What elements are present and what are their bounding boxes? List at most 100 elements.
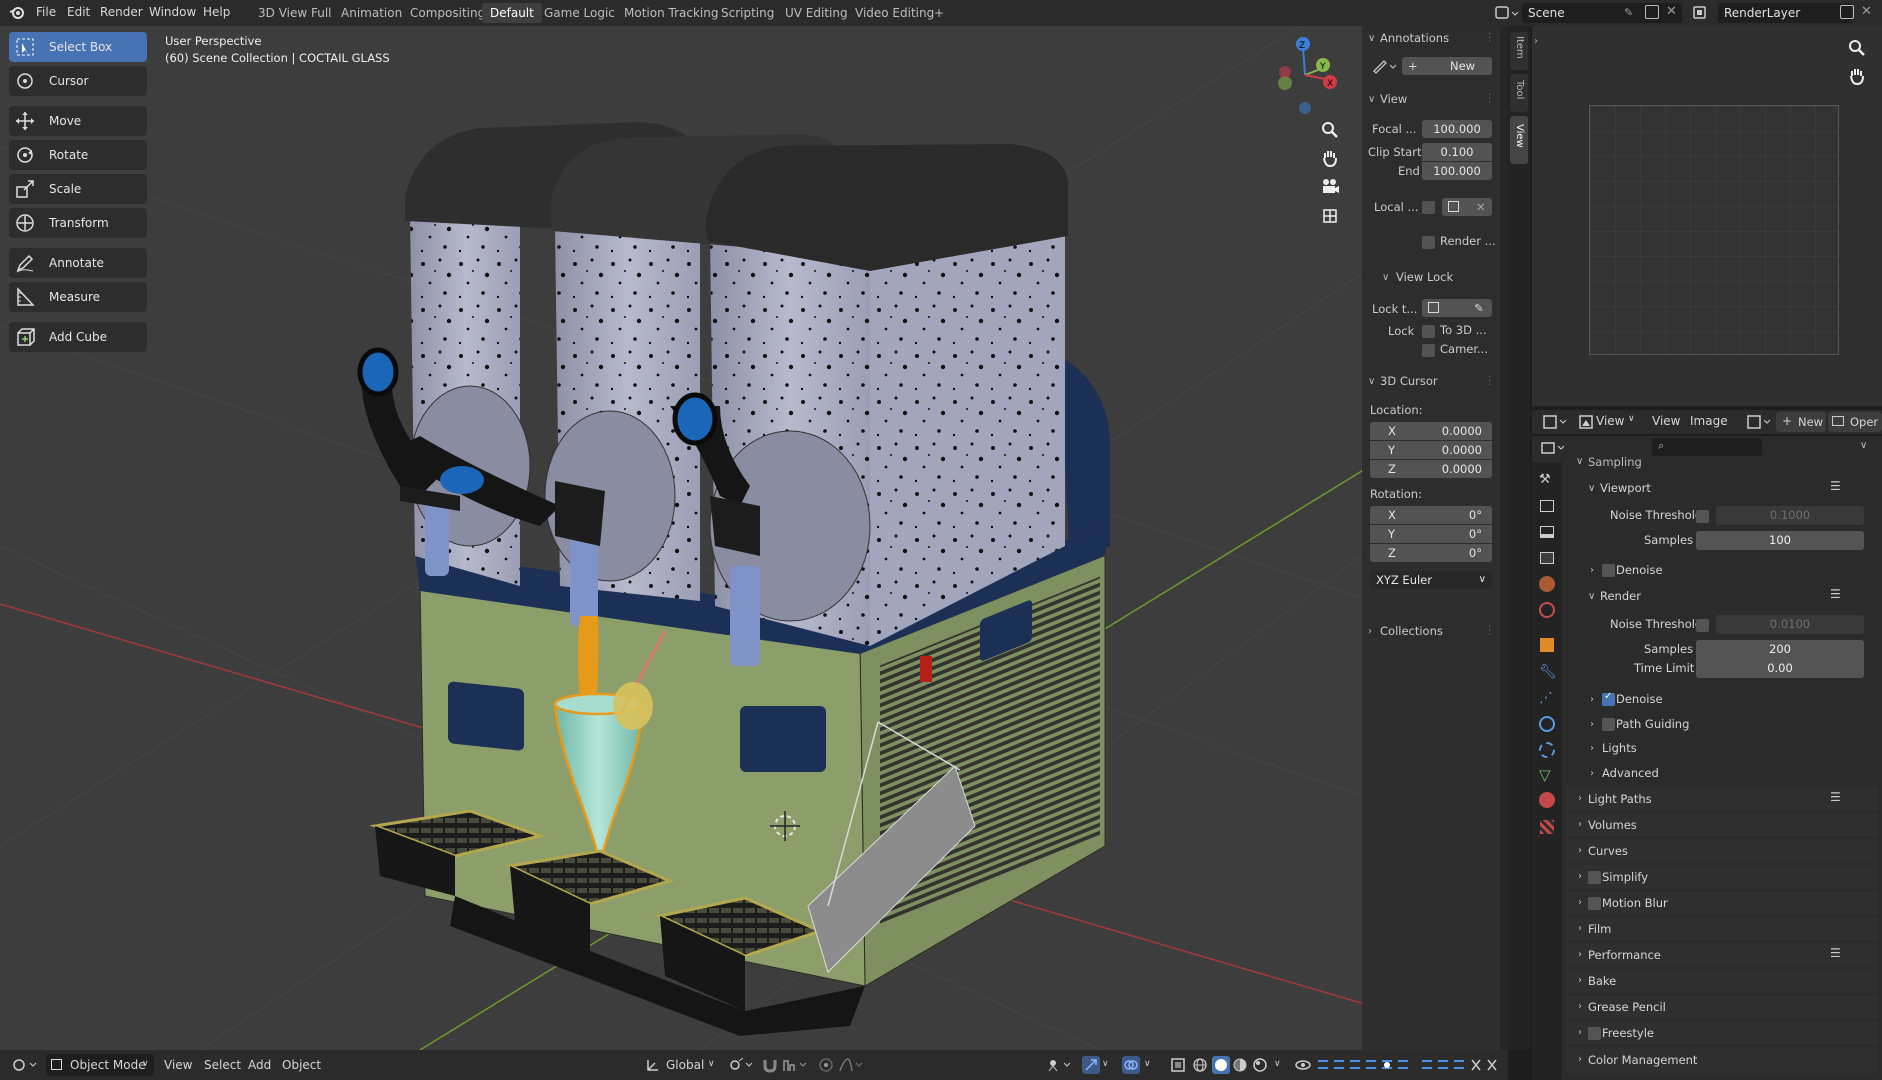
view-menu[interactable]: View (164, 1058, 192, 1072)
blender-logo-icon[interactable] (9, 5, 25, 21)
local-camera-field[interactable]: ✕ (1442, 198, 1492, 216)
transform-orientation-dropdown[interactable]: Global (666, 1058, 704, 1072)
tab-scripting[interactable]: Scripting (713, 3, 782, 23)
3d-viewport[interactable]: User Perspective (60) Scene Collection |… (0, 26, 1508, 1050)
pan-hand-icon[interactable] (1320, 148, 1340, 168)
render-samples-field[interactable]: 200 (1696, 640, 1864, 659)
pin-icon[interactable]: ✎ (1624, 6, 1633, 19)
object-menu[interactable]: Object (282, 1058, 321, 1072)
tool-settings-icon[interactable]: ⚒ (1539, 472, 1551, 487)
clip-end-field[interactable]: 100.000 (1422, 162, 1492, 180)
snap-magnet-icon[interactable] (762, 1057, 778, 1073)
tool-select-box[interactable]: Select Box (9, 32, 147, 62)
chevron-down-icon[interactable]: ∨ (1860, 440, 1867, 451)
tool-scale[interactable]: Scale (9, 174, 147, 204)
tool-move[interactable]: Move (9, 106, 147, 136)
section-bake[interactable]: › Bake (1566, 969, 1878, 993)
tab-tool[interactable]: Tool (1510, 74, 1528, 112)
list-menu-icon[interactable]: ☰ (1830, 587, 1841, 601)
image-editor-view-menu[interactable]: View (1596, 414, 1624, 428)
add-workspace-button[interactable]: + (926, 3, 952, 23)
output-properties-icon[interactable] (1540, 526, 1554, 538)
render-properties-icon[interactable] (1540, 500, 1554, 512)
list-menu-icon[interactable]: ☰ (1830, 946, 1841, 960)
image-menu[interactable]: Image (1690, 414, 1728, 428)
modifier-wrench-icon[interactable]: 🔧︎ (1539, 664, 1557, 680)
list-menu-icon[interactable]: ☰ (1830, 790, 1841, 804)
view-mode-icon[interactable] (1578, 414, 1594, 430)
viewport-denoise-checkbox[interactable] (1602, 564, 1615, 577)
tool-measure[interactable]: Measure (9, 282, 147, 312)
scene-properties-icon[interactable] (1539, 576, 1555, 592)
visibility-eye-icon[interactable] (1294, 1057, 1312, 1073)
wireframe-shading-icon[interactable] (1192, 1057, 1208, 1073)
tool-annotate[interactable]: Annotate (9, 248, 147, 278)
cursor-rotation-y[interactable]: Y 0° (1370, 525, 1492, 543)
zoom-icon[interactable] (1320, 120, 1340, 140)
section-light-paths[interactable]: › Light Paths ☰ (1566, 787, 1878, 811)
menu-render[interactable]: Render (100, 5, 143, 19)
editor-type-icon[interactable] (12, 1057, 40, 1073)
3d-cursor-header[interactable]: 3D Cursor (1380, 374, 1438, 388)
cursor-rotation-x[interactable]: X 0° (1370, 506, 1492, 524)
tool-transform[interactable]: Transform (9, 208, 147, 238)
simplify-checkbox[interactable] (1588, 871, 1601, 884)
render-noise-threshold-checkbox[interactable] (1696, 619, 1709, 632)
close-icon[interactable]: ✕ (1861, 4, 1872, 19)
menu-file[interactable]: File (36, 5, 56, 19)
render-region-checkbox[interactable] (1422, 236, 1435, 249)
object-properties-icon[interactable] (1540, 638, 1554, 652)
image-editor[interactable]: › (1532, 26, 1882, 406)
section-simplify[interactable]: › Simplify (1566, 865, 1878, 889)
sampling-header[interactable]: Sampling (1588, 455, 1642, 469)
physics-icon[interactable] (1539, 716, 1555, 732)
annotation-new-button[interactable]: + New (1402, 57, 1492, 75)
image-canvas[interactable] (1589, 105, 1839, 355)
snap-target-icon[interactable] (782, 1057, 810, 1073)
lock-to-3d-cursor-checkbox[interactable] (1422, 325, 1435, 338)
render-denoise-label[interactable]: Denoise (1616, 692, 1663, 706)
mesh-data-icon[interactable]: ▽ (1539, 766, 1551, 784)
pivot-point-icon[interactable] (728, 1057, 756, 1073)
view-lock-header[interactable]: View Lock (1396, 270, 1453, 284)
world-properties-icon[interactable] (1539, 602, 1555, 618)
viewport-subpanel-header[interactable]: Viewport (1600, 481, 1651, 495)
local-camera-checkbox[interactable] (1422, 201, 1435, 214)
lock-camera-checkbox[interactable] (1422, 344, 1435, 357)
texture-icon[interactable] (1540, 820, 1554, 834)
path-guiding-checkbox[interactable] (1602, 718, 1615, 731)
overlays-toggle-icon[interactable] (1122, 1056, 1140, 1074)
view-section-header[interactable]: View (1380, 92, 1407, 106)
freestyle-checkbox[interactable] (1588, 1027, 1601, 1040)
close-icon[interactable]: ✕ (1476, 198, 1486, 216)
rotation-mode-dropdown[interactable]: XYZ Euler ∨ (1370, 571, 1492, 589)
particles-icon[interactable]: ⋰ (1539, 690, 1553, 706)
viewport-noise-threshold-field[interactable]: 0.1000 (1716, 506, 1864, 525)
tab-motion-tracking[interactable]: Motion Tracking (616, 3, 726, 23)
new-image-button[interactable]: + New (1776, 412, 1826, 432)
duplicate-scene-icon[interactable] (1645, 5, 1659, 19)
keyframe-markers[interactable] (1314, 1058, 1504, 1072)
section-motion-blur[interactable]: › Motion Blur (1566, 891, 1878, 915)
menu-edit[interactable]: Edit (67, 5, 90, 19)
render-noise-threshold-field[interactable]: 0.0100 (1716, 615, 1864, 634)
section-color-management[interactable]: › Color Management (1566, 1047, 1878, 1073)
rendered-shading-icon[interactable] (1252, 1057, 1268, 1073)
viewport-samples-field[interactable]: 100 (1696, 531, 1864, 550)
cursor-location-x[interactable]: X 0.0000 (1370, 422, 1492, 440)
chevron-right-icon[interactable]: › (1534, 36, 1538, 47)
tab-compositing[interactable]: Compositing (402, 3, 493, 23)
time-limit-field[interactable]: 0.00 (1696, 659, 1864, 678)
ortho-grid-icon[interactable] (1320, 206, 1340, 226)
section-performance[interactable]: › Performance ☰ (1566, 943, 1878, 967)
object-mode-dropdown[interactable]: Object Mode ∨ (46, 1054, 154, 1076)
add-menu[interactable]: Add (248, 1058, 271, 1072)
transform-orientation-icon[interactable] (646, 1058, 660, 1072)
tool-rotate[interactable]: Rotate (9, 140, 147, 170)
advanced-subpanel-header[interactable]: Advanced (1602, 766, 1659, 780)
open-image-button[interactable]: Oper (1828, 412, 1882, 432)
render-denoise-checkbox[interactable]: ✓ (1602, 691, 1615, 706)
material-icon[interactable] (1539, 792, 1555, 808)
view-layer-field[interactable]: RenderLayer (1718, 3, 1852, 23)
tab-default[interactable]: Default (482, 3, 542, 23)
